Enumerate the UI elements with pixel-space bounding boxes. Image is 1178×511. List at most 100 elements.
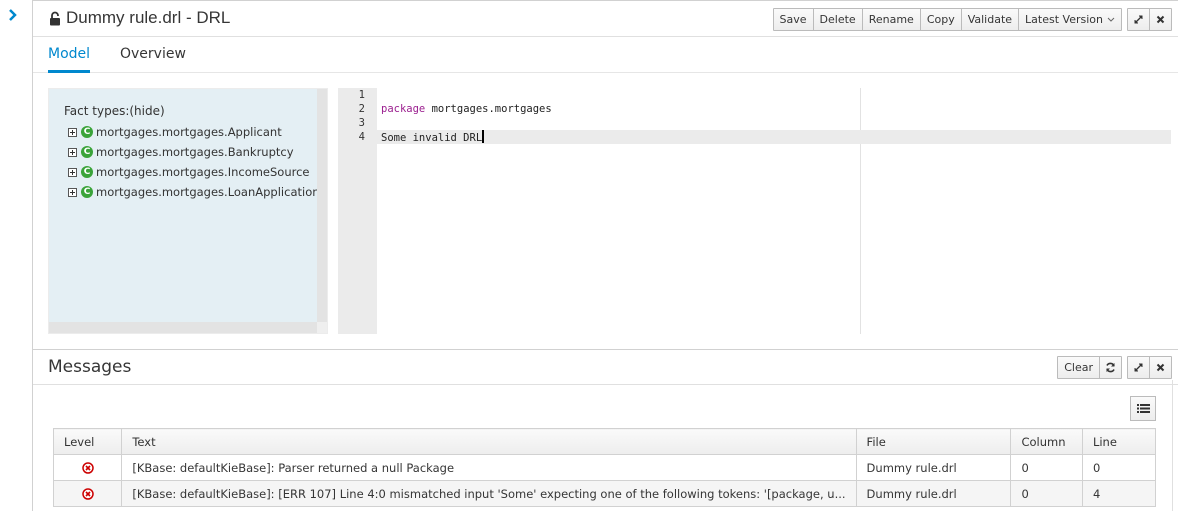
editor-tabs: Model Overview <box>33 37 1178 73</box>
latest-version-dropdown[interactable]: Latest Version <box>1018 8 1122 31</box>
clear-messages-button[interactable]: Clear <box>1057 356 1100 379</box>
fact-types-list: C mortgages.mortgages.Applicant C mortga… <box>68 122 320 202</box>
column-header-file[interactable]: File <box>855 428 1012 455</box>
code-line: 1 <box>338 88 1171 102</box>
messages-scrollbar-track[interactable] <box>1172 380 1173 511</box>
file-link[interactable]: Dummy rule.drl <box>855 480 1012 507</box>
editor-title-bar: Dummy rule.drl - DRL Save Delete Rename … <box>33 1 1178 37</box>
expand-icon <box>1134 363 1143 372</box>
file-link[interactable]: Dummy rule.drl <box>855 454 1012 481</box>
column-header-level[interactable]: Level <box>52 428 123 455</box>
table-row[interactable]: [KBase: defaultKieBase]: Parser returned… <box>52 454 1157 481</box>
fact-type-item[interactable]: C mortgages.mortgages.Applicant <box>68 122 320 142</box>
level-cell <box>52 454 123 481</box>
column-cell: 0 <box>1010 480 1083 507</box>
column-picker-button[interactable] <box>1130 396 1156 421</box>
class-icon: C <box>81 146 93 158</box>
editor-toolbar: Save Delete Rename Copy Validate Latest … <box>772 8 1172 31</box>
editor-title: Dummy rule.drl - DRL <box>49 8 230 28</box>
fact-types-toggle[interactable]: Fact types:(hide) <box>64 104 165 118</box>
rename-button[interactable]: Rename <box>861 8 921 31</box>
column-header-column[interactable]: Column <box>1010 428 1083 455</box>
fact-type-label: mortgages.mortgages.Applicant <box>96 125 282 139</box>
messages-toolbar: Clear <box>1057 356 1172 379</box>
code-line-active: 4 Some invalid DRL <box>338 130 1171 144</box>
expand-tree-icon[interactable] <box>68 127 77 137</box>
line-text: package mortgages.mortgages <box>381 102 552 116</box>
validate-button[interactable]: Validate <box>960 8 1020 31</box>
save-button[interactable]: Save <box>772 8 814 31</box>
left-rail <box>0 0 33 511</box>
tab-model[interactable]: Model <box>48 46 90 62</box>
fact-type-label: mortgages.mortgages.IncomeSource <box>96 165 310 179</box>
active-tab-indicator <box>48 70 90 73</box>
error-icon <box>81 462 94 474</box>
line-number: 1 <box>358 89 365 101</box>
refresh-button[interactable] <box>1099 356 1122 379</box>
latest-version-label: Latest Version <box>1025 13 1103 26</box>
list-icon <box>1136 404 1150 413</box>
error-icon <box>81 488 94 500</box>
expand-sidebar-button[interactable] <box>8 9 22 25</box>
close-messages-button[interactable] <box>1149 356 1172 379</box>
close-icon <box>1156 15 1165 24</box>
column-header-text[interactable]: Text <box>121 428 857 455</box>
refresh-icon <box>1106 362 1115 373</box>
message-text-cell: [KBase: defaultKieBase]: Parser returned… <box>121 454 857 481</box>
close-icon <box>1156 363 1165 372</box>
fact-type-label: mortgages.mortgages.LoanApplication <box>96 185 320 199</box>
class-icon: C <box>81 186 93 198</box>
class-icon: C <box>81 126 93 138</box>
chevron-right-icon <box>9 9 17 21</box>
keyword-token: package <box>381 103 426 115</box>
chevron-down-icon <box>1107 17 1115 22</box>
code-token: Some invalid DRL <box>381 132 483 144</box>
code-line: 3 <box>338 116 1171 130</box>
window-button-group <box>1127 8 1172 31</box>
scrollbar-corner <box>317 322 327 333</box>
expand-tree-icon[interactable] <box>68 167 77 177</box>
line-number: 2 <box>358 103 365 115</box>
line-number: 3 <box>358 117 365 129</box>
expand-icon <box>1134 15 1143 24</box>
messages-action-group: Clear <box>1057 356 1122 379</box>
table-header-row: Level Text File Column Line <box>52 428 1157 455</box>
fact-types-panel: Fact types:(hide) C mortgages.mortgages.… <box>48 88 328 334</box>
fact-type-item[interactable]: C mortgages.mortgages.Bankruptcy <box>68 142 320 162</box>
table-row[interactable]: [KBase: defaultKieBase]: [ERR 107] Line … <box>52 480 1157 507</box>
column-header-line[interactable]: Line <box>1081 428 1157 455</box>
messages-header: Messages Clear <box>33 350 1178 385</box>
app-root: Dummy rule.drl - DRL Save Delete Rename … <box>0 0 1178 511</box>
messages-panel: Messages Clear Level Text File Column Li… <box>33 349 1178 511</box>
editor-panel: Dummy rule.drl - DRL Save Delete Rename … <box>33 0 1178 349</box>
lock-icon <box>50 11 60 25</box>
delete-button[interactable]: Delete <box>812 8 863 31</box>
line-text: Some invalid DRL <box>381 130 484 145</box>
action-button-group: Save Delete Rename Copy Validate Latest … <box>772 8 1122 31</box>
close-button[interactable] <box>1149 8 1172 31</box>
fact-panel-horizontal-scrollbar[interactable] <box>49 322 319 333</box>
code-token: mortgages.mortgages <box>425 103 552 115</box>
tab-overview[interactable]: Overview <box>120 46 186 62</box>
message-text-cell: [KBase: defaultKieBase]: [ERR 107] Line … <box>121 480 857 507</box>
text-cursor <box>482 130 484 143</box>
column-cell: 0 <box>1010 454 1083 481</box>
fact-type-item[interactable]: C mortgages.mortgages.IncomeSource <box>68 162 320 182</box>
editor-title-text: Dummy rule.drl - DRL <box>66 8 231 27</box>
maximize-messages-button[interactable] <box>1127 356 1150 379</box>
code-editor[interactable]: 1 2 package mortgages.mortgages 3 4 Some… <box>338 88 1178 334</box>
line-cell: 4 <box>1081 480 1157 507</box>
expand-tree-icon[interactable] <box>68 187 77 197</box>
maximize-button[interactable] <box>1127 8 1150 31</box>
messages-table: Level Text File Column Line [KBase: defa… <box>52 428 1157 507</box>
class-icon: C <box>81 166 93 178</box>
level-cell <box>52 480 123 507</box>
fact-type-label: mortgages.mortgages.Bankruptcy <box>96 145 294 159</box>
copy-button[interactable]: Copy <box>919 8 962 31</box>
fact-panel-vertical-scrollbar[interactable] <box>317 89 327 323</box>
fact-type-item[interactable]: C mortgages.mortgages.LoanApplication <box>68 182 320 202</box>
expand-tree-icon[interactable] <box>68 147 77 157</box>
messages-title: Messages <box>48 357 132 377</box>
code-line: 2 package mortgages.mortgages <box>338 102 1171 116</box>
line-number: 4 <box>358 131 365 143</box>
